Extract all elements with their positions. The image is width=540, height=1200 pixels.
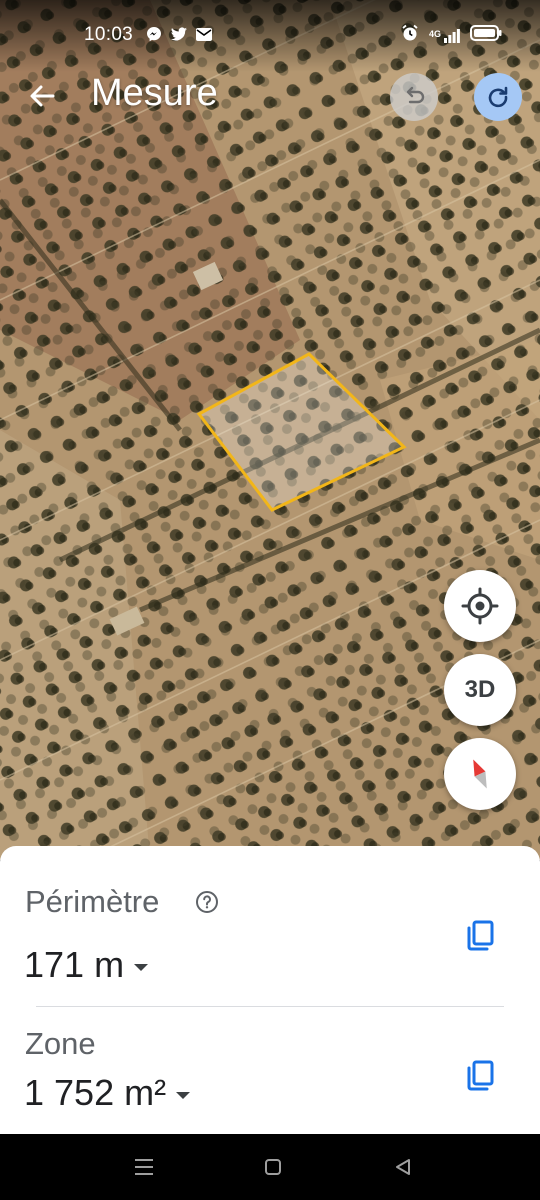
compass-icon <box>473 759 487 789</box>
back-icon <box>396 1159 410 1175</box>
notification-icons <box>146 26 212 47</box>
redo-button[interactable] <box>474 73 522 121</box>
status-time: 10:03 <box>84 24 134 45</box>
status-bar: 10:03 4G <box>0 0 540 72</box>
perimeter-value: 171 m <box>24 944 125 985</box>
redo-icon <box>488 86 508 108</box>
home-icon <box>265 1159 281 1175</box>
undo-button[interactable] <box>390 73 438 121</box>
battery-icon <box>470 25 502 46</box>
mail-icon <box>196 27 212 46</box>
satellite-map[interactable] <box>0 0 540 860</box>
system-nav-bar <box>0 1134 540 1200</box>
app-bar: Mesure <box>0 64 540 128</box>
twitter-icon <box>170 26 188 47</box>
3d-toggle-button[interactable]: 3D <box>444 654 516 726</box>
signal-4g-icon: 4G <box>428 28 460 43</box>
my-location-button[interactable] <box>444 570 516 642</box>
copy-icon <box>467 1060 494 1091</box>
system-back-button[interactable] <box>391 1155 415 1179</box>
recent-apps-button[interactable] <box>132 1155 156 1179</box>
network-label: 4G <box>428 28 441 39</box>
chevron-down-icon <box>176 1091 191 1099</box>
my-location-icon <box>461 587 499 625</box>
area-value: 1 752 m² <box>24 1072 167 1113</box>
area-label: Zone <box>25 1026 96 1061</box>
undo-icon <box>406 86 425 104</box>
alarm-icon <box>401 24 419 47</box>
chevron-down-icon <box>134 963 149 971</box>
measurement-sheet: Périmètre 171 m Zone 1 752 m² <box>0 846 540 1134</box>
arrow-back-icon <box>30 85 55 107</box>
map-imagery <box>0 0 540 860</box>
page-title: Mesure <box>91 72 218 114</box>
screen: 10:03 4G Mesure 3D Périmètre 171 m Zone … <box>0 0 540 1200</box>
perimeter-label: Périmètre <box>25 884 160 919</box>
3d-label: 3D <box>464 676 496 703</box>
messenger-icon <box>146 26 162 47</box>
compass-button[interactable] <box>444 738 516 810</box>
area-unit-dropdown[interactable]: 1 752 m² <box>24 1072 191 1114</box>
copy-perimeter-button[interactable] <box>462 918 498 954</box>
divider <box>36 1006 504 1007</box>
home-button[interactable] <box>261 1155 285 1179</box>
copy-area-button[interactable] <box>462 1058 498 1094</box>
copy-icon <box>467 920 494 951</box>
perimeter-unit-dropdown[interactable]: 171 m <box>24 944 149 986</box>
menu-icon <box>135 1159 153 1175</box>
system-status-icons: 4G <box>401 24 502 47</box>
back-button[interactable] <box>20 74 64 118</box>
help-icon[interactable] <box>195 890 219 914</box>
